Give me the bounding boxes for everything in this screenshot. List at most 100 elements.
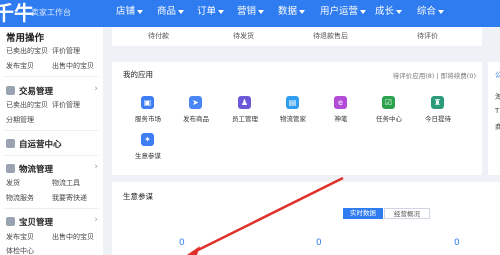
- chevron-down-icon: [396, 9, 403, 14]
- sidebar-divider: [4, 76, 99, 77]
- trade-link-sold[interactable]: 已卖出的宝贝: [6, 100, 48, 110]
- announcement-line[interactable]: 商: [495, 122, 500, 132]
- app-tile-2[interactable]: ♟ 员工管理: [222, 96, 268, 128]
- sidebar-divider: [4, 155, 99, 156]
- nav-item-5[interactable]: 用户运营: [320, 5, 367, 19]
- announcement-line[interactable]: T: [495, 107, 499, 115]
- tab-business-overview[interactable]: 经营概况: [384, 208, 430, 219]
- logo-subtitle: 卖家工作台: [31, 8, 71, 17]
- business-advisor-panel: 生意参谋 实时数据 经营概况 0 0 0: [112, 182, 500, 255]
- app-tile-label: 今日提待: [425, 115, 451, 123]
- announcement-tab[interactable]: 公: [495, 70, 500, 80]
- app-tile-7[interactable]: ✦ 生意参谋: [125, 133, 171, 165]
- paper-plane-icon: ➤: [189, 96, 202, 109]
- sidebar-group-logistics-label: 物流管理: [19, 165, 54, 175]
- chevron-down-icon: [438, 9, 445, 14]
- app-tile-4[interactable]: e 神笔: [318, 96, 364, 128]
- quick-link-publish[interactable]: 发布宝贝: [6, 61, 34, 71]
- chevron-down-icon: [258, 9, 265, 14]
- nav-item-label: 成长: [375, 6, 395, 17]
- app-tile-label: 任务中心: [376, 115, 402, 123]
- chevron-down-icon: [218, 9, 225, 14]
- announcement-panel: 公 淘 T 商: [488, 62, 500, 175]
- task-icon: ☑: [382, 96, 395, 109]
- trade-icon: [6, 86, 15, 95]
- sidebar-group-goods-label: 宝贝管理: [19, 218, 54, 228]
- reminder-icon: ♜: [431, 96, 444, 109]
- nav-item-label: 订单: [197, 6, 217, 17]
- app-tile-label: 服务市场: [135, 115, 161, 123]
- logistics-link-ship[interactable]: 发货: [6, 178, 20, 188]
- quick-link-sold-items[interactable]: 已卖出的宝贝: [6, 46, 48, 56]
- metric-value: 0: [179, 238, 185, 248]
- app-tile-label: 发布商品: [183, 115, 209, 123]
- nav-item-1[interactable]: 商品: [157, 5, 185, 19]
- goods-link-publish[interactable]: 发布宝贝: [6, 232, 34, 242]
- app-tile-label: 生意参谋: [135, 152, 161, 160]
- app-tile-label: 物流管家: [280, 115, 306, 123]
- sidebar-group-service-label: 自运营中心: [19, 140, 62, 150]
- logistics-link-express[interactable]: 我要寄快递: [52, 193, 87, 203]
- nav-item-2[interactable]: 订单: [197, 5, 225, 19]
- goods-link-on-sale[interactable]: 出售中的宝贝: [52, 232, 94, 242]
- app-tile-1[interactable]: ➤ 发布商品: [173, 96, 219, 128]
- nav-item-label: 综合: [417, 6, 437, 17]
- magic-pen-icon: e: [334, 96, 347, 109]
- nav-item-0[interactable]: 店铺: [116, 5, 144, 19]
- sidebar-divider: [4, 208, 99, 209]
- nav-item-4[interactable]: 数据: [278, 5, 306, 19]
- app-tile-6[interactable]: ♜ 今日提待: [415, 96, 461, 128]
- trade-link-reviews[interactable]: 评价管理: [52, 100, 80, 110]
- app-tile-label: 神笔: [334, 115, 348, 123]
- quick-link-on-sale[interactable]: 出售中的宝贝: [52, 61, 94, 71]
- nav-item-3[interactable]: 营销: [237, 5, 265, 19]
- order-status-review[interactable]: 待评价: [417, 31, 438, 41]
- order-status-unshipped[interactable]: 待发货: [233, 31, 254, 41]
- briefcase-icon: ▣: [141, 96, 154, 109]
- nav-item-label: 店铺: [116, 6, 136, 17]
- logistics-link-tools[interactable]: 物流工具: [52, 178, 80, 188]
- chevron-down-icon: [299, 9, 306, 14]
- top-nav-bar: 千牛 卖家工作台 店铺 商品 订单 营销 数据 用户运营 成长 综合: [0, 0, 500, 27]
- my-apps-title: 我的应用: [123, 70, 153, 79]
- nav-item-6[interactable]: 成长: [375, 5, 403, 19]
- tab-realtime-data[interactable]: 实时数据: [343, 208, 383, 219]
- nav-item-label: 营销: [237, 6, 257, 17]
- chevron-down-icon: [360, 9, 367, 14]
- quick-link-reviews[interactable]: 评价管理: [52, 46, 80, 56]
- chevron-down-icon: [137, 9, 144, 14]
- logistics-icon: ▤: [286, 96, 299, 109]
- sidebar-group-goods[interactable]: 宝贝管理 ›: [6, 215, 98, 229]
- app-tile-3[interactable]: ▤ 物流管家: [270, 96, 316, 128]
- my-apps-panel: 我的应用 待评价应用(8) | 即将续费(0) ▣ 服务市场 ➤ 发布商品 ♟ 员工管理 ▤…: [112, 62, 482, 175]
- chevron-right-icon: ›: [94, 162, 98, 172]
- app-tile-label: 员工管理: [232, 115, 258, 123]
- announcement-line[interactable]: 淘: [495, 92, 500, 102]
- sidebar-group-trade-label: 交易管理: [19, 87, 54, 97]
- trade-link-installment[interactable]: 分期管理: [6, 115, 34, 125]
- sidebar-title: 常用操作: [6, 33, 45, 44]
- app-tile-5[interactable]: ☑ 任务中心: [366, 96, 412, 128]
- business-advisor-icon: ✦: [141, 133, 154, 146]
- app-tile-0[interactable]: ▣ 服务市场: [125, 96, 171, 128]
- logistics-group-icon: [6, 164, 15, 173]
- order-status-unpaid[interactable]: 待付款: [148, 31, 169, 41]
- nav-item-label: 数据: [278, 6, 298, 17]
- goods-link-checkup[interactable]: 体检中心: [6, 246, 34, 255]
- nav-item-label: 用户运营: [320, 6, 359, 17]
- sidebar-group-trade[interactable]: 交易管理 ›: [6, 84, 98, 98]
- sidebar-group-service[interactable]: 自运营中心: [6, 137, 98, 151]
- sidebar-group-logistics[interactable]: 物流管理 ›: [6, 162, 98, 176]
- order-status-refund[interactable]: 待退款售后: [313, 31, 348, 41]
- chevron-right-icon: ›: [94, 84, 98, 94]
- logo[interactable]: 千牛: [0, 1, 34, 25]
- business-advisor-title: 生意参谋: [123, 192, 153, 201]
- nav-item-7[interactable]: 综合: [417, 5, 445, 19]
- metric-value: 0: [454, 238, 460, 248]
- logistics-link-service[interactable]: 物流服务: [6, 193, 34, 203]
- order-status-bar: 待付款 待发货 待退款售后 待评价: [112, 27, 482, 46]
- goods-icon: [6, 217, 15, 226]
- service-icon: [6, 139, 15, 148]
- my-apps-links[interactable]: 待评价应用(8) | 即将续费(0): [393, 70, 476, 80]
- nav-item-label: 商品: [157, 6, 177, 17]
